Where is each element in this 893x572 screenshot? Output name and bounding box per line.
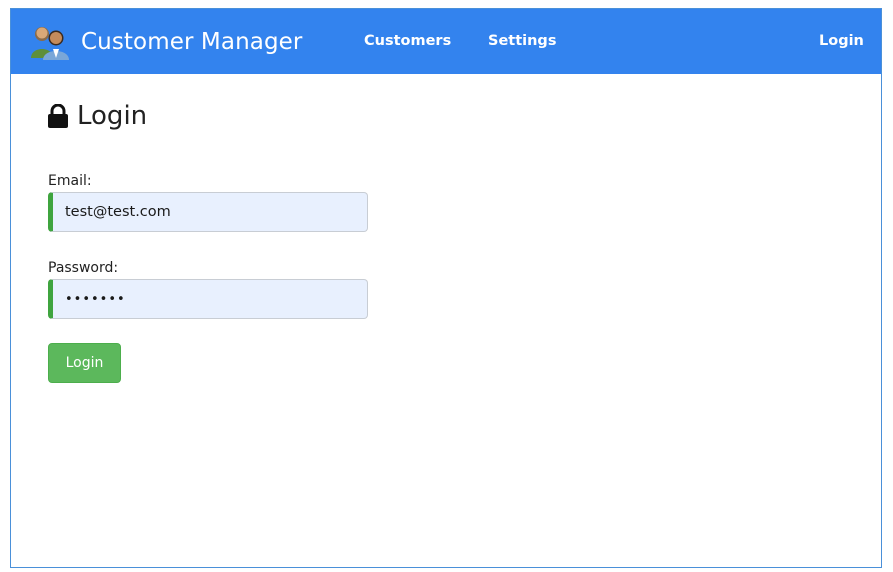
- brand[interactable]: Customer Manager: [29, 24, 302, 60]
- brand-title: Customer Manager: [81, 29, 303, 55]
- nav-settings-link[interactable]: Settings: [488, 33, 556, 49]
- password-field-wrapper: [48, 279, 368, 319]
- page-title: Login: [47, 101, 147, 131]
- password-label: Password:: [48, 260, 119, 276]
- people-icon: [29, 24, 71, 60]
- lock-icon: [47, 103, 69, 128]
- nav-login-link[interactable]: Login: [819, 33, 864, 49]
- email-field[interactable]: [53, 193, 367, 231]
- password-field[interactable]: [53, 280, 367, 318]
- login-button[interactable]: Login: [48, 343, 121, 383]
- email-field-wrapper: [48, 192, 368, 232]
- email-label: Email:: [48, 173, 92, 189]
- page-title-text: Login: [77, 101, 148, 131]
- top-navbar: Customer Manager Customers Settings Logi…: [11, 9, 881, 74]
- nav-customers-link[interactable]: Customers: [364, 33, 451, 49]
- app-window: Customer Manager Customers Settings Logi…: [10, 8, 882, 568]
